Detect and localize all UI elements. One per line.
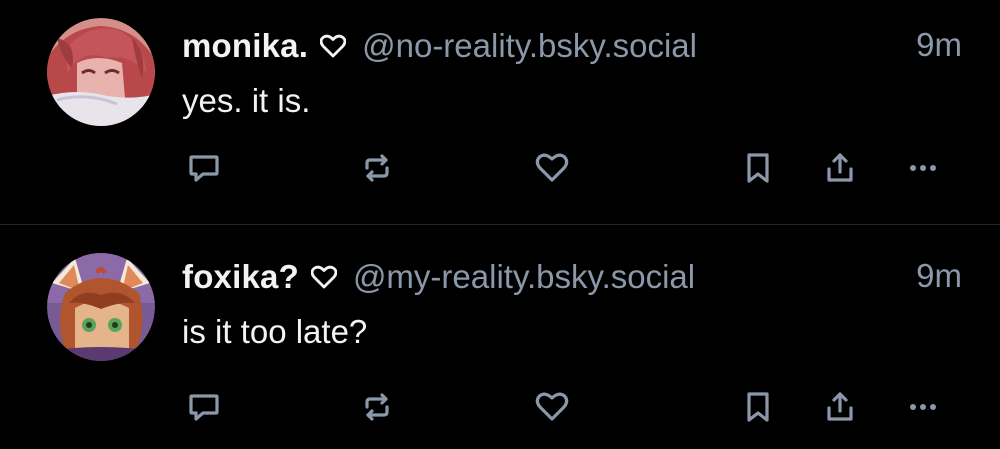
repost-icon	[365, 393, 389, 421]
more-icon	[910, 404, 936, 410]
handle[interactable]: @my-reality.bsky.social	[353, 258, 695, 296]
avatar[interactable]	[47, 253, 155, 361]
reply-button[interactable]	[184, 148, 224, 188]
timestamp[interactable]: 9m	[916, 257, 962, 295]
post-header: monika. @no-reality.bsky.social	[182, 24, 972, 68]
post-actions	[0, 148, 1000, 188]
more-icon	[910, 165, 936, 171]
heart-badge-icon	[319, 34, 347, 58]
bookmark-icon	[747, 392, 769, 422]
post-header: foxika? @my-reality.bsky.social	[182, 255, 972, 299]
share-icon	[827, 153, 853, 182]
reply-button[interactable]	[184, 387, 224, 427]
post-text: yes. it is.	[182, 82, 311, 119]
bookmark-icon	[747, 153, 769, 183]
post-text: is it too late?	[182, 313, 368, 350]
heart-badge-icon	[310, 265, 338, 289]
handle[interactable]: @no-reality.bsky.social	[362, 27, 697, 65]
avatar[interactable]	[47, 18, 155, 126]
more-options-button[interactable]	[903, 148, 943, 188]
avatar-red-hair-icon	[47, 18, 155, 126]
bookmark-button[interactable]	[738, 387, 778, 427]
like-button[interactable]	[532, 148, 572, 188]
repost-icon	[365, 154, 389, 182]
post[interactable]: foxika? @my-reality.bsky.social 9m is it…	[0, 225, 1000, 449]
reply-icon	[189, 394, 219, 421]
share-button[interactable]	[820, 387, 860, 427]
display-name[interactable]: foxika?	[182, 258, 299, 296]
like-icon	[535, 392, 569, 421]
avatar-fox-girl-icon	[47, 253, 155, 361]
like-icon	[535, 153, 569, 182]
reply-icon	[189, 155, 219, 182]
post-feed: monika. @no-reality.bsky.social 9m yes. …	[0, 0, 1000, 449]
bookmark-button[interactable]	[738, 148, 778, 188]
timestamp[interactable]: 9m	[916, 26, 962, 64]
share-icon	[827, 392, 853, 421]
post[interactable]: monika. @no-reality.bsky.social 9m yes. …	[0, 0, 1000, 224]
more-options-button[interactable]	[903, 387, 943, 427]
repost-button[interactable]	[357, 387, 397, 427]
display-name[interactable]: monika.	[182, 27, 308, 65]
repost-button[interactable]	[357, 148, 397, 188]
post-actions	[0, 387, 1000, 427]
like-button[interactable]	[532, 387, 572, 427]
share-button[interactable]	[820, 148, 860, 188]
